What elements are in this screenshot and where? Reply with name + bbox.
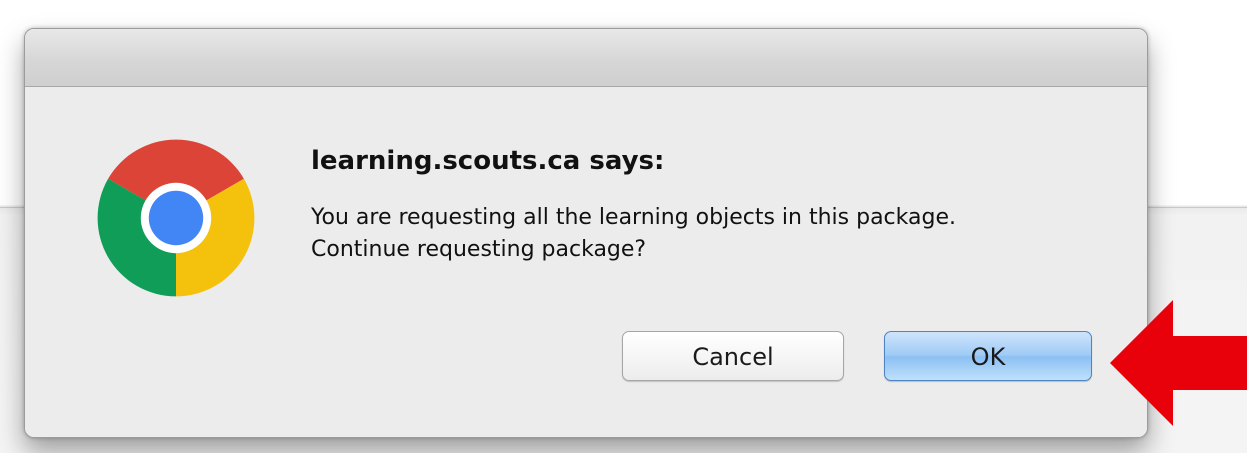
chrome-logo-icon	[97, 139, 255, 297]
dialog-title: learning.scouts.ca says:	[311, 146, 665, 176]
cancel-button[interactable]: Cancel	[622, 331, 844, 381]
dialog-titlebar[interactable]	[25, 29, 1147, 87]
dialog-message: You are requesting all the learning obje…	[311, 205, 956, 262]
red-arrow-icon	[1110, 300, 1247, 426]
alert-dialog: learning.scouts.ca says: You are request…	[24, 28, 1148, 438]
ok-button[interactable]: OK	[884, 331, 1092, 381]
chrome-blue-center	[148, 190, 204, 246]
